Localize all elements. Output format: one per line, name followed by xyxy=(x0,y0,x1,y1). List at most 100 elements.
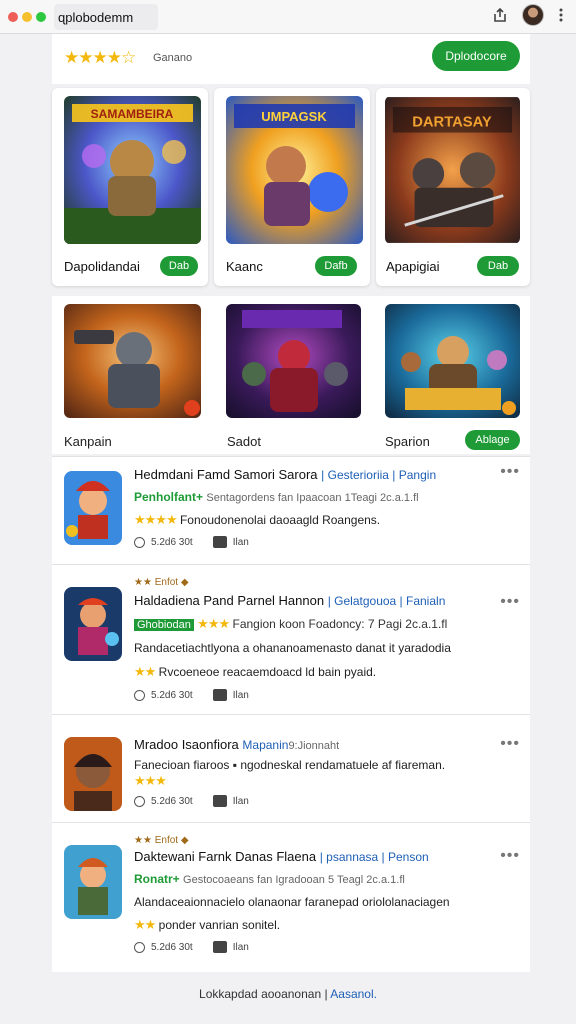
list-item[interactable]: Mradoo Isaonfiora Mapanin9:Jionnaht Fane… xyxy=(52,714,530,822)
time-label: 5.2d6 30t xyxy=(151,941,193,953)
avatar[interactable] xyxy=(522,4,544,26)
rating-stars: ★★★ xyxy=(134,773,167,788)
app-art-image xyxy=(64,587,122,661)
list-item-tags[interactable]: | Gelatgouoa | Fanialn xyxy=(328,594,446,608)
developer-label: Ronatr+ xyxy=(134,872,180,886)
footer-link[interactable]: Aasanol. xyxy=(330,987,377,1001)
game-art-image: DARTASAY xyxy=(385,97,520,243)
app-art-image xyxy=(64,845,122,919)
list-item-title-row: Mradoo Isaonfiora Mapanin9:Jionnaht xyxy=(134,737,339,752)
app-art-image xyxy=(64,737,122,811)
clock-icon xyxy=(134,795,145,807)
rating-stars: ★★★★☆ xyxy=(64,48,136,67)
kebab-menu-icon[interactable] xyxy=(558,7,564,23)
app-icon xyxy=(64,587,122,661)
game-title: Kanpain xyxy=(64,434,112,449)
game-action-button[interactable]: Ablage xyxy=(465,430,520,450)
list-item-meta-text: Gestocoaeans fan Igradooan 5 Teagl 2c.a.… xyxy=(183,874,405,886)
footer: Lokkapdad aooanonan | Aasanol. xyxy=(0,987,576,1001)
list-item-meta: 5.2d6 30t Ilan xyxy=(134,795,249,807)
game-thumbnail[interactable] xyxy=(385,304,520,418)
list-item-description-text: Rvcoeneoe reacaemdoacd ld bain pyaid. xyxy=(158,665,377,679)
document-icon xyxy=(212,536,227,548)
maximize-window-dot[interactable] xyxy=(36,11,46,22)
game-title: Kaanc xyxy=(226,259,263,274)
app-art-image xyxy=(64,471,122,545)
game-art-image xyxy=(226,304,361,418)
rating-stars: ★★★★ xyxy=(134,512,178,527)
list-item-description: Fanecioan fiaroos ▪ ngodneskal rendamatu… xyxy=(134,758,446,772)
game-thumbnail[interactable] xyxy=(226,304,361,418)
document-icon xyxy=(212,941,227,953)
list-item-meta-text: Sentagordens fan Ipaacoan 1Teagi 2c.a.1.… xyxy=(206,492,419,504)
list-item-description: Randacetiachtlyona a ohananoamenasto dan… xyxy=(134,641,451,655)
game-art-image: SAMAMBEIRA xyxy=(64,96,201,244)
game-thumbnail[interactable]: SAMAMBEIRA xyxy=(64,96,201,244)
game-thumbnail[interactable] xyxy=(64,304,201,418)
share-icon[interactable] xyxy=(492,7,508,23)
header-label: Ganano xyxy=(153,52,193,64)
list-item-description-2: ★★ Rvcoeneoe reacaemdoacd ld bain pyaid. xyxy=(134,664,376,680)
list-item-badge: ★★ Enfot ◆ xyxy=(134,577,189,588)
more-options-icon[interactable]: ••• xyxy=(500,593,520,611)
time-label: 5.2d6 30t xyxy=(151,689,193,701)
game-thumbnail[interactable]: UMPAGSK xyxy=(226,96,363,244)
list-item-description-2: ★★ ponder vanrian sonitel. xyxy=(134,917,280,933)
game-card[interactable]: DARTASAY Apapigiai Dab xyxy=(376,88,530,286)
game-card[interactable]: UMPAGSK Kaanc Dafb xyxy=(214,88,370,286)
list-item-badge: ★★ Enfot ◆ xyxy=(134,835,189,846)
list-item-tag-2: 9:Jionnaht xyxy=(288,740,340,752)
more-options-icon[interactable]: ••• xyxy=(500,735,520,753)
game-grid-row: Kanpain Sadot Sparion Ablage xyxy=(52,296,530,454)
address-bar-text[interactable]: ɋplobodemm xyxy=(58,6,158,28)
list-item-title-row: Haldadiena Pand Parnel Hannon | Gelatgou… xyxy=(134,593,445,608)
time-label: 5.2d6 30t xyxy=(151,536,193,548)
list-item-meta: 5.2d6 30t Ilan xyxy=(134,941,249,953)
game-action-button[interactable]: Dab xyxy=(160,256,198,276)
list-item-tags[interactable]: | psannasa | Penson xyxy=(320,850,429,864)
game-action-button[interactable]: Dafb xyxy=(315,256,357,276)
more-options-icon[interactable]: ••• xyxy=(500,847,520,865)
list-item-tag[interactable]: Mapanin xyxy=(242,738,288,752)
rating-stars: ★★ xyxy=(134,917,156,932)
list-item-tags[interactable]: | Gesterioriia | Pangin xyxy=(321,468,436,482)
list-item-meta-text: Fangion koon Foadoncy: 7 Pagi 2c.a.1.fl xyxy=(232,617,448,631)
doc-label: Ilan xyxy=(232,689,249,701)
list-item-description: Alandaceaionnacielo olanaonar faranepad … xyxy=(134,895,450,909)
url-text: ɋplobodemm xyxy=(58,9,134,25)
game-action-button[interactable]: Dab xyxy=(477,256,519,276)
list-item[interactable]: ★★ Enfot ◆ Daktewani Farnk Danas Flaena … xyxy=(52,822,530,972)
list-item[interactable]: ★★ Enfot ◆ Haldadiena Pand Parnel Hannon… xyxy=(52,564,530,714)
list-item-title[interactable]: Hedmdani Famd Samori Sarora xyxy=(134,467,318,482)
list-item-subtitle: Penholfant+ Sentagordens fan Ipaacoan 1T… xyxy=(134,490,419,504)
document-icon xyxy=(212,689,227,701)
time-label: 5.2d6 30t xyxy=(151,795,193,807)
game-thumbnail[interactable]: DARTASAY xyxy=(385,96,520,244)
game-banner-text: SAMAMBEIRA xyxy=(91,107,174,121)
clock-icon xyxy=(134,941,145,953)
game-banner-text: DARTASAY xyxy=(412,115,492,131)
rating-stars: ★★★ xyxy=(197,616,230,631)
game-banner-text: UMPAGSK xyxy=(261,109,327,124)
list-item-subtitle: Ronatr+ Gestocoaeans fan Igradooan 5 Tea… xyxy=(134,872,405,886)
game-title: Sparion xyxy=(385,434,430,449)
game-art-image xyxy=(385,304,520,418)
game-art-image: UMPAGSK xyxy=(226,96,363,244)
list-item-title[interactable]: Haldadiena Pand Parnel Hannon xyxy=(134,593,324,608)
more-options-icon[interactable]: ••• xyxy=(500,463,520,481)
header-panel: ★★★★☆ Ganano Dplodocore xyxy=(52,34,530,84)
game-card[interactable]: SAMAMBEIRA Dapolidandai Dab xyxy=(52,88,208,286)
list-item-title[interactable]: Daktewani Farnk Danas Flaena xyxy=(134,849,316,864)
app-icon xyxy=(64,737,122,811)
list-item[interactable]: Hedmdani Famd Samori Sarora | Gesteriori… xyxy=(52,456,530,564)
developer-label: Penholfant+ xyxy=(134,490,204,504)
doc-label: Ilan xyxy=(232,941,249,953)
footer-text: Lokkapdad aooanonan | xyxy=(199,987,328,1001)
doc-label: Ilan xyxy=(232,536,249,548)
minimize-window-dot[interactable] xyxy=(22,11,32,22)
close-window-dot[interactable] xyxy=(8,11,18,22)
list-item-title[interactable]: Mradoo Isaonfiora xyxy=(134,737,239,752)
browser-toolbar: ɋplobodemm xyxy=(0,0,576,34)
primary-action-button[interactable]: Dplodocore xyxy=(432,41,520,71)
page: ★★★★☆ Ganano Dplodocore SAMAMBEIRA Dapol… xyxy=(0,34,576,1024)
